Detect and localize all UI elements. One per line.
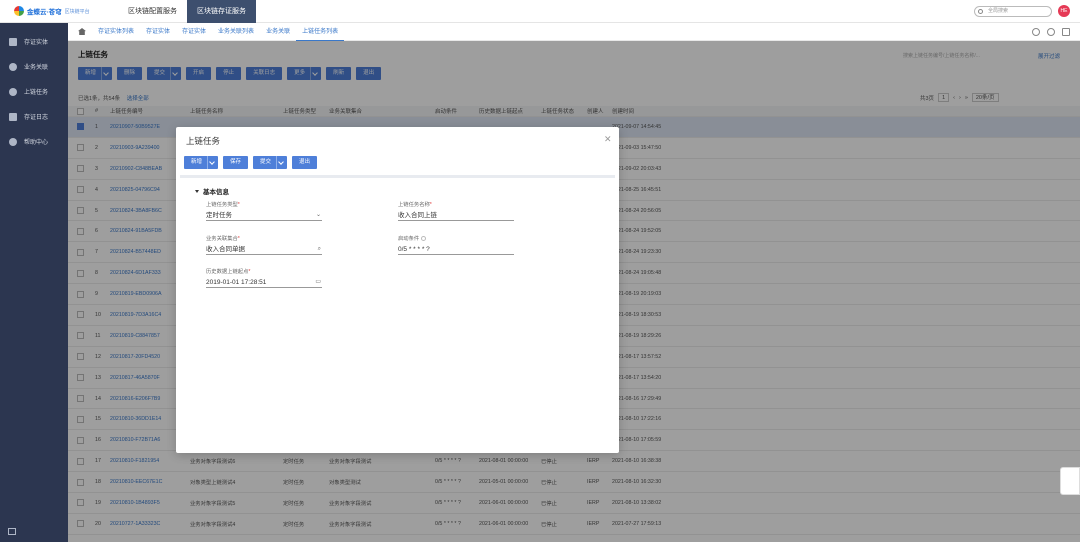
subnav-entity-2[interactable]: 存证实体 (176, 23, 212, 41)
biz-set-value: 收入合同单据 (206, 246, 245, 253)
info-icon[interactable] (421, 236, 427, 241)
subnav-biz-link-list[interactable]: 业务关联列表 (212, 23, 260, 41)
subnav: 存证实体列表 存证实体 存证实体 业务关联列表 业务关联 上链任务列表 (68, 23, 1080, 41)
help-icon (9, 137, 17, 146)
chevron-down-icon[interactable] (276, 156, 284, 169)
subnav-task-list[interactable]: 上链任务列表 (296, 23, 345, 41)
sidebar-item-label: 业务关联 (24, 65, 49, 71)
task-modal: 上链任务 ✕ 新增 保存 提交 退出 基本信息 上链任务类型* 定时任务 ⌄ 上链… (176, 127, 619, 453)
hist-start-input[interactable]: 2019-01-01 17:28:51 ▭ (206, 277, 322, 288)
top-tab-config[interactable]: 区块链配置服务 (118, 0, 187, 23)
search-icon[interactable]: ⌕ (318, 244, 321, 255)
task-type-label: 上链任务类型 (206, 202, 238, 208)
collapse-sidebar-icon[interactable] (8, 528, 16, 535)
hist-start-field: 历史数据上链起点* 2019-01-01 17:28:51 ▭ (206, 267, 322, 288)
task-name-input[interactable]: 收入合同上链 (398, 210, 514, 221)
field-label: 历史数据上链起点* (206, 269, 251, 275)
sidebar-item-entity[interactable]: 存证实体 (0, 29, 68, 54)
modal-save-button[interactable]: 保存 (223, 156, 249, 169)
task-type-value: 定时任务 (206, 212, 232, 219)
calendar-icon[interactable]: ▭ (315, 277, 321, 288)
sidebar-item-link[interactable]: 业务关联 (0, 54, 68, 79)
sidebar-item-label: 存证实体 (24, 40, 49, 46)
bulb-icon[interactable] (1032, 27, 1040, 36)
chevron-down-icon[interactable] (207, 156, 215, 169)
sidebar-item-label: 上链任务 (24, 90, 49, 96)
subnav-entity-list[interactable]: 存证实体列表 (92, 23, 140, 41)
top-bar: 金蝶云·苍穹 区块链平台 区块链配置服务 区块链存证服务 全局搜索 HE (0, 0, 1080, 23)
sidebar-item-label: 存证日志 (24, 115, 49, 121)
log-icon (9, 112, 17, 121)
logo-icon (14, 6, 24, 16)
field-label: 上链任务类型* (206, 202, 240, 208)
subnav-actions (1032, 27, 1080, 36)
sidebar-item-label: 帮助中心 (24, 140, 49, 146)
biz-set-input[interactable]: 收入合同单据 ⌕ (206, 244, 322, 255)
top-tab-evidence[interactable]: 区块链存证服务 (187, 0, 256, 23)
field-label: 启动条件 (398, 234, 514, 242)
field-label: 业务关联集合* (206, 236, 240, 242)
start-cond-input[interactable]: 0/5 * * * * ? (398, 244, 514, 255)
modal-title: 上链任务 (186, 136, 221, 146)
modal-exit-button[interactable]: 退出 (292, 156, 318, 169)
hist-start-value: 2019-01-01 17:28:51 (206, 279, 267, 286)
subnav-biz-link[interactable]: 业务关联 (260, 23, 296, 41)
logo-text: 金蝶云·苍穹 (27, 9, 62, 16)
hist-start-label: 历史数据上链起点 (206, 269, 249, 275)
task-type-field: 上链任务类型* 定时任务 ⌄ (206, 200, 322, 221)
avatar[interactable]: HE (1058, 5, 1070, 17)
modal-submit-button[interactable]: 提交 (253, 156, 288, 169)
search-icon (978, 8, 983, 14)
top-right-actions: 全局搜索 HE (974, 5, 1080, 17)
start-cond-field: 启动条件 0/5 * * * * ? (398, 234, 514, 255)
help-icon[interactable] (1047, 27, 1055, 36)
app-logo[interactable]: 金蝶云·苍穹 区块链平台 (0, 6, 118, 16)
modal-submit-label: 提交 (260, 159, 272, 165)
modal-body: 基本信息 上链任务类型* 定时任务 ⌄ 上链任务名称* 收入合同上链 业务关联集合… (180, 175, 615, 449)
biz-set-field: 业务关联集合* 收入合同单据 ⌕ (206, 234, 322, 255)
field-label: 上链任务名称* (398, 202, 432, 208)
start-cond-label: 启动条件 (398, 236, 420, 242)
sidebar: 存证实体 业务关联 上链任务 存证日志 帮助中心 (0, 23, 68, 542)
sidebar-item-task[interactable]: 上链任务 (0, 79, 68, 104)
chevron-down-icon: ⌄ (315, 212, 321, 218)
logo-subtitle: 区块链平台 (64, 8, 90, 15)
modal-new-label: 新增 (191, 159, 203, 165)
sidebar-item-help[interactable]: 帮助中心 (0, 129, 68, 154)
link-icon (9, 62, 17, 71)
task-icon (9, 87, 17, 96)
home-icon[interactable] (78, 28, 86, 35)
subnav-entity[interactable]: 存证实体 (140, 23, 176, 41)
task-name-field: 上链任务名称* 收入合同上链 (398, 200, 514, 221)
entity-icon (9, 37, 17, 46)
global-search-placeholder: 全局搜索 (988, 7, 1009, 14)
modal-new-button[interactable]: 新增 (184, 156, 219, 169)
modal-toolbar: 新增 保存 提交 退出 (184, 156, 318, 169)
sidebar-item-log[interactable]: 存证日志 (0, 104, 68, 129)
task-name-label: 上链任务名称 (398, 202, 430, 208)
global-search-input[interactable]: 全局搜索 (974, 5, 1052, 17)
task-type-select[interactable]: 定时任务 ⌄ (206, 210, 322, 221)
close-icon[interactable]: ✕ (604, 134, 612, 145)
float-service-button[interactable] (1060, 467, 1080, 495)
biz-set-label: 业务关联集合 (206, 236, 238, 242)
section-basic-info[interactable]: 基本信息 (195, 186, 229, 196)
fullscreen-icon[interactable] (1062, 27, 1070, 36)
